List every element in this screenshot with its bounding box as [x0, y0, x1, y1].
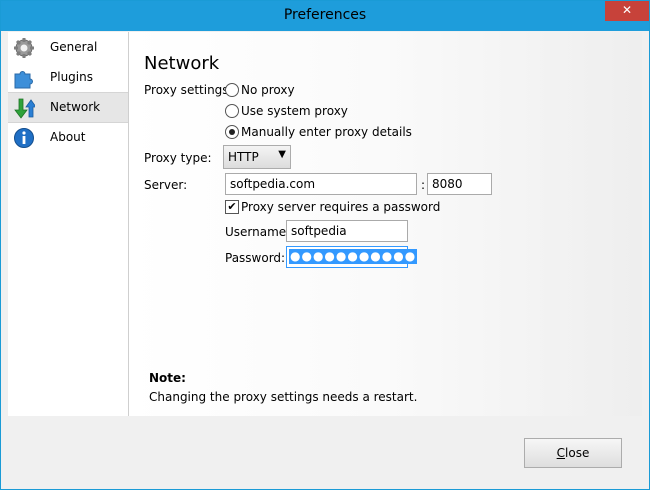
port-value: 8080 — [432, 177, 463, 191]
close-button-label: lose — [565, 446, 590, 460]
proxy-settings-label: Proxy settings: — [144, 83, 233, 97]
port-separator: : — [421, 178, 426, 192]
requires-password-checkbox[interactable]: ✔ — [225, 200, 239, 214]
username-input[interactable]: softpedia — [286, 220, 408, 242]
server-input[interactable]: softpedia.com — [225, 173, 417, 195]
window-close-button[interactable]: ✕ — [605, 1, 649, 21]
title-bar: Preferences ✕ — [1, 1, 649, 31]
radio-no-proxy[interactable] — [225, 83, 239, 97]
server-label: Server: — [144, 178, 188, 192]
password-input[interactable]: ●●●●●●●●●●● — [286, 246, 418, 268]
proxy-type-label: Proxy type: — [144, 151, 212, 165]
password-label: Password: — [225, 251, 286, 265]
dialog-footer: Close — [1, 417, 649, 489]
sidebar-item-about[interactable]: About — [8, 123, 128, 152]
radio-no-proxy-label[interactable]: No proxy — [241, 83, 295, 97]
puzzle-icon — [14, 71, 33, 89]
sidebar-item-label: General — [50, 40, 98, 54]
sidebar: General Plugins Network About — [8, 32, 129, 416]
proxy-type-value: HTTP — [228, 150, 259, 164]
note-title: Note: — [149, 371, 186, 385]
note-text: Changing the proxy settings needs a rest… — [149, 390, 418, 404]
chevron-down-icon: ▼ — [278, 149, 286, 160]
sidebar-item-label: About — [50, 130, 86, 144]
close-button-mnemonic: C — [556, 446, 566, 460]
username-value: softpedia — [291, 224, 347, 238]
info-icon — [14, 128, 34, 148]
server-value: softpedia.com — [230, 177, 316, 191]
sidebar-item-network[interactable]: Network — [8, 92, 128, 123]
password-selected-value: ●●●●●●●●●●● — [289, 249, 418, 264]
requires-password-label[interactable]: Proxy server requires a password — [241, 200, 440, 214]
radio-use-system-proxy-label[interactable]: Use system proxy — [241, 104, 348, 118]
username-label: Username: — [225, 225, 291, 239]
sidebar-item-label: Plugins — [50, 70, 93, 84]
radio-use-system-proxy[interactable] — [225, 104, 239, 118]
network-arrows-icon — [14, 98, 35, 119]
sidebar-item-plugins[interactable]: Plugins — [8, 63, 128, 92]
network-settings-panel: Network Proxy settings: No proxy Use sys… — [129, 32, 642, 416]
window-title: Preferences — [283, 7, 367, 23]
port-input[interactable]: 8080 — [427, 173, 492, 195]
radio-manual-proxy-label[interactable]: Manually enter proxy details — [241, 125, 412, 139]
close-button[interactable]: Close — [524, 438, 622, 468]
page-title: Network — [144, 53, 220, 74]
proxy-type-select[interactable]: HTTP ▼ — [223, 145, 291, 169]
sidebar-item-general[interactable]: General — [8, 33, 128, 62]
preferences-window: Preferences ✕ General Plugins Network Ab… — [0, 0, 650, 490]
sidebar-item-label: Network — [50, 100, 101, 114]
radio-manual-proxy[interactable] — [225, 125, 239, 139]
gear-icon — [14, 38, 34, 58]
